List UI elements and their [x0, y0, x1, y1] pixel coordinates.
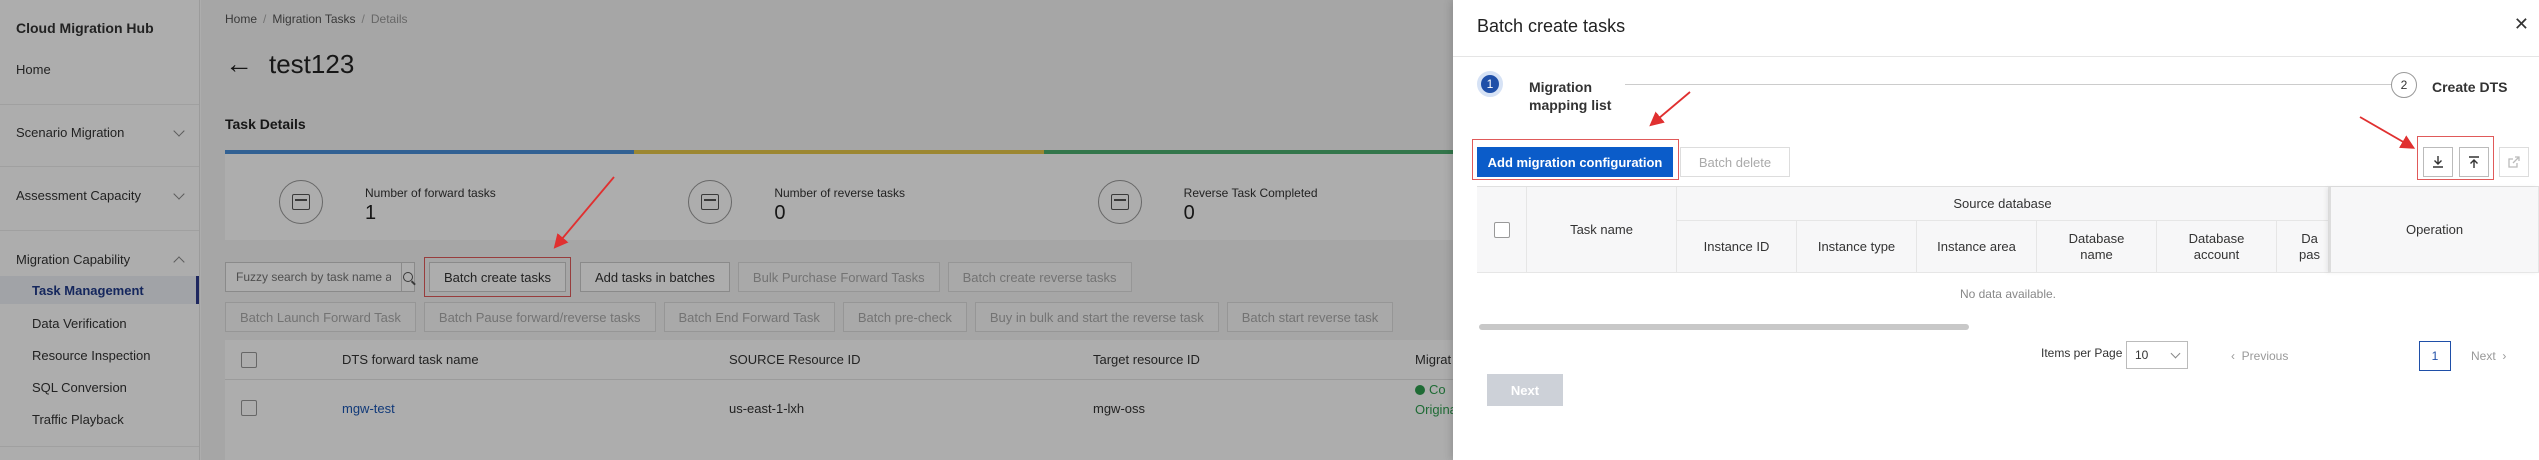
step-2-label: Create DTS — [2432, 79, 2508, 95]
column-group-header: Source database — [1677, 187, 2329, 221]
page-size-value: 10 — [2135, 348, 2149, 362]
download-icon — [2433, 156, 2443, 168]
batch-create-drawer: Batch create tasks ✕ 1 Migration mapping… — [1453, 0, 2539, 460]
column-header: Operation — [2329, 187, 2539, 273]
modal-backdrop[interactable] — [0, 0, 1453, 460]
chevron-down-icon — [2170, 348, 2181, 358]
next-button[interactable]: Next — [1487, 374, 1563, 406]
export-icon — [2508, 156, 2520, 168]
column-header: Da pas — [2277, 221, 2329, 273]
drawer-title: Batch create tasks — [1477, 16, 1626, 36]
upload-template-button[interactable] — [2459, 147, 2489, 177]
next-page-button[interactable]: Next › — [2471, 349, 2506, 363]
upload-icon — [2469, 156, 2479, 168]
export-button[interactable] — [2499, 147, 2529, 177]
step-connector — [1625, 84, 2393, 85]
column-header: Database name — [2037, 221, 2157, 273]
select-all-cell — [1477, 187, 1527, 273]
step-2-indicator: 2 — [2391, 72, 2417, 98]
select-all-checkbox[interactable] — [1493, 221, 1510, 238]
mapping-table: Task name Source database Instance ID In… — [1477, 186, 2539, 301]
column-header: Task name — [1527, 187, 1677, 273]
close-icon[interactable]: ✕ — [2514, 14, 2529, 35]
empty-state: No data available. — [1959, 287, 2057, 301]
column-header: Database account — [2157, 221, 2277, 273]
divider — [1453, 56, 2539, 57]
page-size-select[interactable]: 10 — [2126, 341, 2188, 369]
column-header: Instance type — [1797, 221, 1917, 273]
items-per-page-label: Items per Page — [2041, 346, 2123, 360]
column-header: Instance area — [1917, 221, 2037, 273]
add-migration-configuration-button[interactable]: Add migration configuration — [1477, 147, 1673, 177]
batch-delete-button[interactable]: Batch delete — [1680, 147, 1790, 177]
step-1-label: Migration mapping list — [1529, 79, 1612, 113]
download-template-button[interactable] — [2423, 147, 2453, 177]
step-1-indicator: 1 — [1477, 71, 1503, 97]
horizontal-scrollbar[interactable] — [1479, 324, 1969, 330]
previous-page-button[interactable]: ‹ Previous — [2231, 349, 2288, 363]
page-number[interactable]: 1 — [2419, 341, 2451, 371]
column-header: Instance ID — [1677, 221, 1797, 273]
